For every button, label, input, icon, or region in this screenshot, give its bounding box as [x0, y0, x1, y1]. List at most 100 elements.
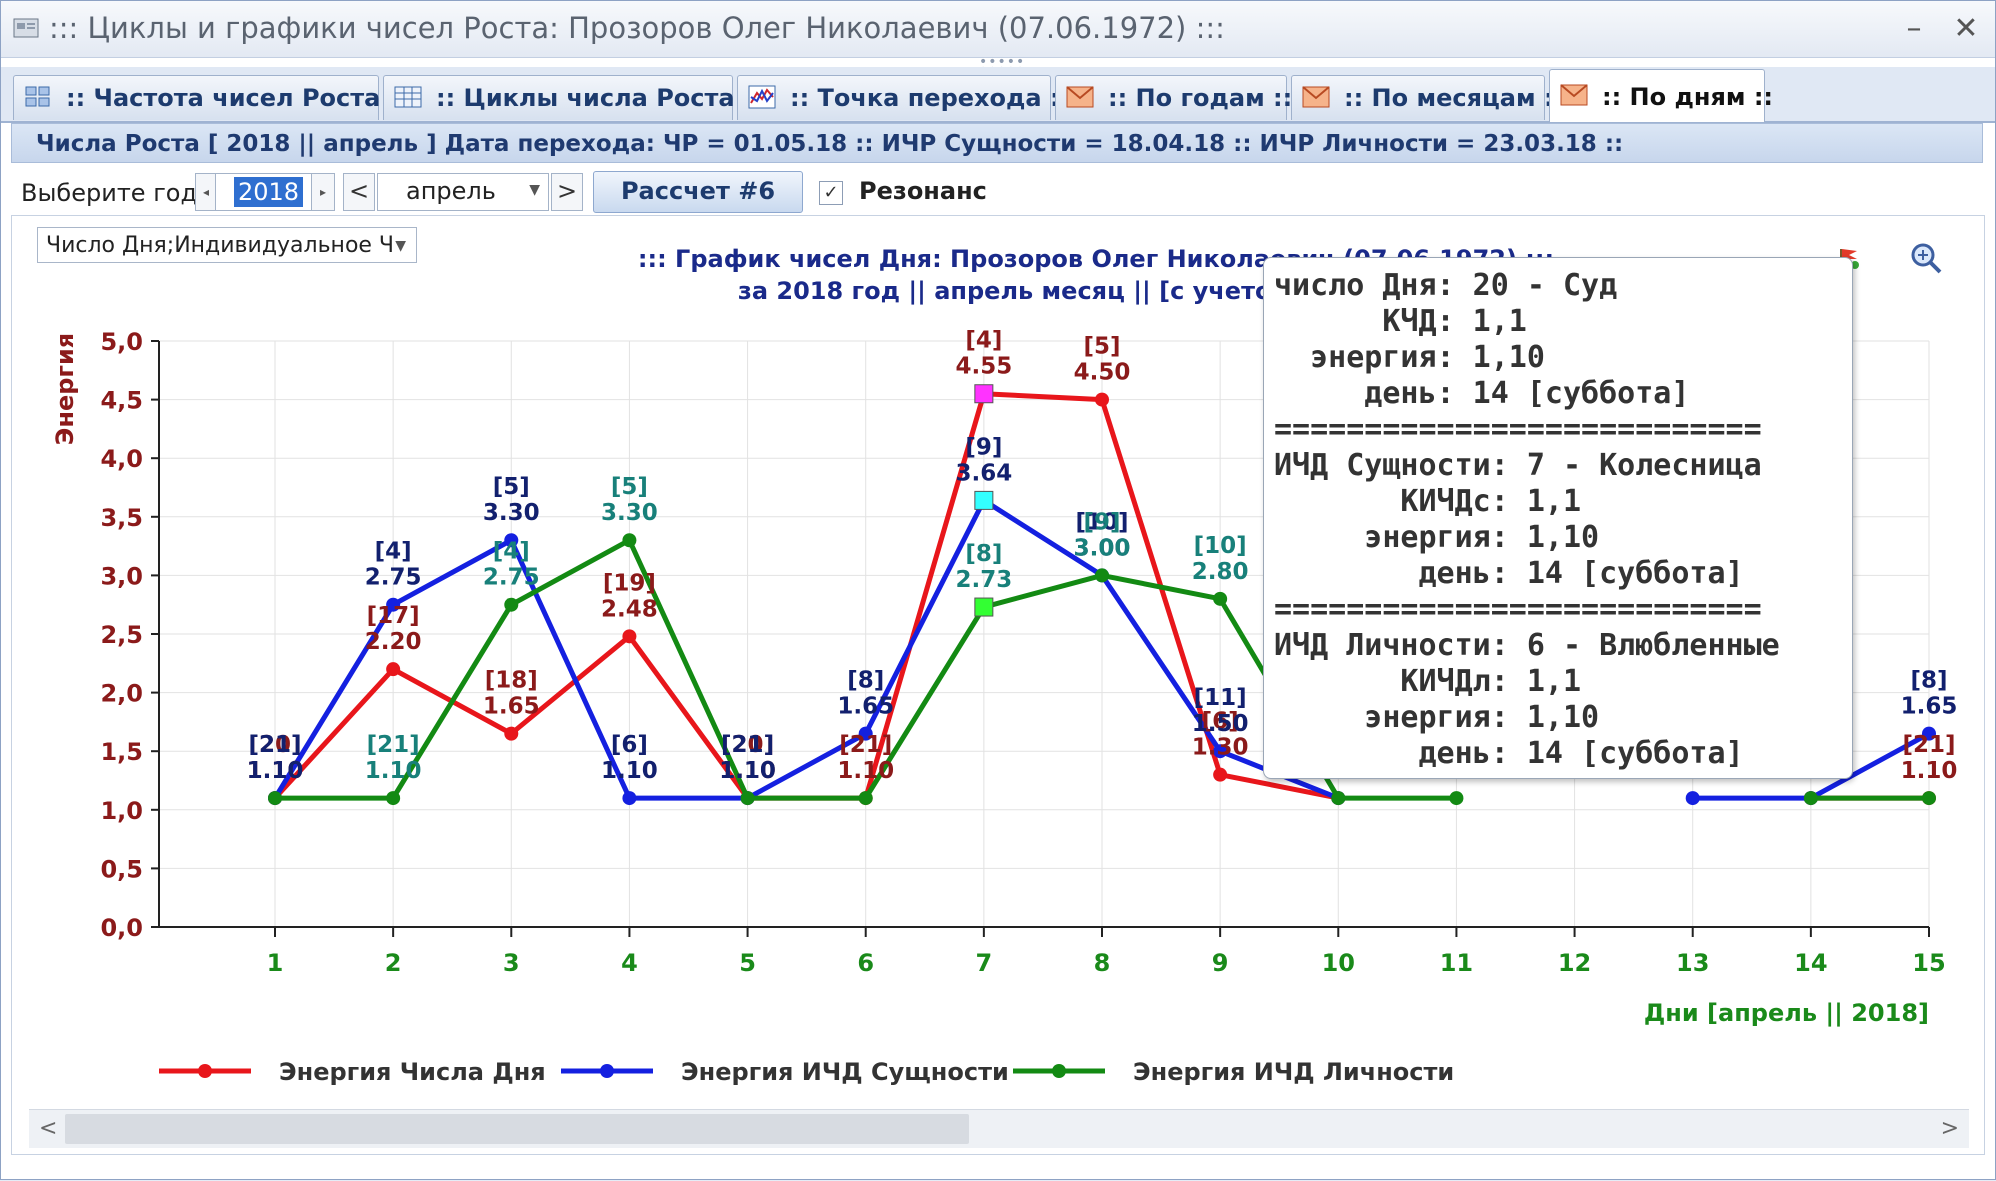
data-label-value: 2.73 — [955, 567, 1012, 593]
x-tick-label: 4 — [621, 949, 638, 977]
x-axis-title: Дни [апрель || 2018] — [1644, 999, 1929, 1027]
y-tick-label: 1,5 — [100, 738, 143, 766]
data-label-value: 4.50 — [1074, 360, 1131, 386]
legend-label: Энергия ИЧД Сущности — [681, 1058, 1009, 1086]
data-label-value: 2.48 — [601, 596, 658, 622]
data-point — [858, 791, 873, 806]
data-label-value: 3.00 — [1074, 535, 1131, 561]
x-tick-label: 7 — [976, 949, 993, 977]
x-tick-label: 12 — [1558, 949, 1591, 977]
x-tick-label: 9 — [1212, 949, 1229, 977]
data-label-value: 2.75 — [483, 565, 540, 591]
y-tick-label: 4,5 — [100, 387, 143, 415]
tooltip-divider: =========================== — [1274, 592, 1762, 627]
data-label-tag: [9] — [965, 434, 1002, 460]
data-label-tag: [6] — [611, 732, 648, 758]
x-tick-label: 6 — [857, 949, 874, 977]
data-label-value: 1.30 — [1192, 735, 1249, 761]
x-tick-label: 8 — [1094, 949, 1111, 977]
data-point — [1685, 791, 1700, 806]
x-tick-label: 2 — [385, 949, 402, 977]
legend-label: Энергия Числа Дня — [279, 1058, 546, 1086]
x-tick-label: 1 — [267, 949, 284, 977]
y-tick-label: 2,0 — [100, 680, 143, 708]
data-label-tag: [19] — [603, 570, 656, 596]
data-label-value: 1.10 — [247, 758, 304, 784]
tooltip-line: энергия: 1,10 — [1274, 700, 1600, 735]
data-label-tag: [11] — [1194, 685, 1247, 711]
data-label-value: 1.65 — [837, 694, 894, 720]
x-tick-label: 15 — [1912, 949, 1945, 977]
data-label-tag: [21] — [839, 732, 892, 758]
horizontal-scrollbar[interactable]: < > — [29, 1109, 1969, 1148]
tooltip-line: день: 14 [суббота] — [1274, 556, 1744, 591]
scroll-right-button[interactable]: > — [1941, 1116, 1959, 1141]
legend-marker — [600, 1064, 614, 1078]
data-tooltip: число Дня: 20 - Суд КЧД: 1,1 энергия: 1,… — [1263, 257, 1853, 779]
y-tick-label: 4,0 — [100, 445, 143, 473]
y-tick-label: 1,0 — [100, 797, 143, 825]
data-label-value: 3.64 — [955, 460, 1012, 486]
y-tick-label: 2,5 — [100, 621, 143, 649]
data-label-tag: [18] — [485, 668, 538, 694]
tooltip-line: КИЧДс: 1,1 — [1274, 484, 1582, 519]
y-tick-label: 5,0 — [100, 328, 143, 356]
data-label-value: 1.10 — [1901, 758, 1958, 784]
tooltip-line: день: 14 [суббота] — [1274, 736, 1744, 771]
tooltip-divider: =========================== — [1274, 412, 1762, 447]
data-label-tag: [8] — [1910, 668, 1947, 694]
series-line-1 — [273, 391, 1339, 801]
x-tick-label: 10 — [1322, 949, 1355, 977]
y-tick-label: 0,0 — [100, 914, 143, 942]
x-tick-label: 13 — [1676, 949, 1709, 977]
data-label-tag: [5] — [1083, 334, 1120, 360]
data-label-value: 1.10 — [837, 758, 894, 784]
data-label-value: 4.55 — [955, 354, 1012, 380]
y-tick-label: 0,5 — [100, 855, 143, 883]
data-label-tag: [5] — [493, 474, 530, 500]
x-tick-label: 5 — [739, 949, 756, 977]
scroll-thumb[interactable] — [65, 1114, 969, 1144]
data-point — [386, 662, 401, 677]
data-label-value: 1.65 — [483, 694, 540, 720]
highlight-marker — [974, 384, 994, 404]
tooltip-line: энергия: 1,10 — [1274, 340, 1545, 375]
tooltip-line: ИЧД Сущности: 7 - Колесница — [1274, 448, 1762, 483]
data-label-tag: [21] — [721, 732, 774, 758]
data-label-tag: [10] — [1194, 533, 1247, 559]
data-label-value: 1.65 — [1901, 694, 1958, 720]
data-point — [1803, 791, 1818, 806]
data-label-value: 1.10 — [601, 758, 658, 784]
data-label-tag: [21] — [1902, 732, 1955, 758]
data-point — [386, 791, 401, 806]
y-axis-title: Энергия — [51, 333, 79, 445]
highlight-marker — [974, 597, 994, 617]
tooltip-line: КИЧДл: 1,1 — [1274, 664, 1582, 699]
data-point — [622, 629, 637, 644]
tooltip-line: энергия: 1,10 — [1274, 520, 1600, 555]
data-label-value: 3.30 — [483, 500, 540, 526]
y-tick-label: 3,5 — [100, 504, 143, 532]
data-point — [1095, 392, 1109, 407]
data-point — [1331, 791, 1346, 806]
tooltip-line: число Дня: 20 - Суд — [1274, 268, 1618, 303]
data-label-tag: [21] — [248, 732, 301, 758]
data-label-value: 1.50 — [1192, 711, 1249, 737]
x-tick-label: 3 — [503, 949, 520, 977]
data-point — [1213, 767, 1228, 782]
data-point — [1922, 791, 1936, 806]
data-point — [1213, 591, 1228, 606]
data-label-tag: [8] — [847, 668, 884, 694]
tooltip-line: КЧД: 1,1 — [1274, 304, 1527, 339]
data-label-value: 2.75 — [365, 565, 422, 591]
data-label-tag: [5] — [611, 474, 648, 500]
x-tick-label: 14 — [1794, 949, 1827, 977]
data-point — [268, 791, 282, 806]
scroll-left-button[interactable]: < — [39, 1116, 57, 1141]
legend-label: Энергия ИЧД Личности — [1133, 1058, 1454, 1086]
x-tick-label: 11 — [1440, 949, 1473, 977]
data-label-value: 2.80 — [1192, 559, 1249, 585]
zoom-icon[interactable] — [1909, 241, 1943, 275]
y-tick-label: 3,0 — [100, 562, 143, 590]
data-point — [504, 597, 519, 612]
